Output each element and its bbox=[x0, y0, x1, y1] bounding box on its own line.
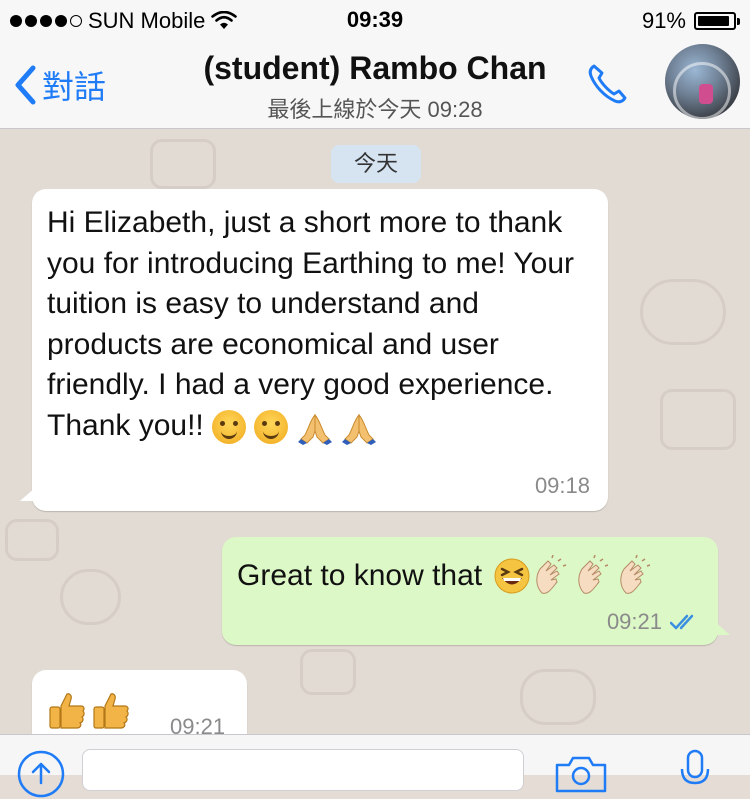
last-seen-label: 最後上線於今天 09:28 bbox=[267, 97, 483, 122]
clapping-hands-emoji bbox=[536, 555, 567, 594]
back-button[interactable]: 對話 bbox=[14, 62, 106, 108]
read-receipt-icon bbox=[670, 614, 694, 630]
wallpaper-doodle bbox=[300, 649, 356, 695]
wallpaper-doodle bbox=[520, 669, 596, 725]
status-right: 91% bbox=[641, 8, 740, 34]
message-text: Hi Elizabeth, just a short more to thank… bbox=[47, 203, 599, 446]
message-time: 09:21 bbox=[606, 609, 662, 634]
status-bar: SUN Mobile 09:39 91% bbox=[0, 0, 750, 40]
outgoing-message[interactable]: Great to know that 09:21 bbox=[222, 537, 730, 645]
message-time: 09:18 bbox=[534, 473, 590, 498]
phone-icon[interactable] bbox=[584, 60, 632, 108]
smiling-face-emoji bbox=[254, 409, 289, 444]
message-time: 09:21 bbox=[170, 714, 226, 734]
contact-name[interactable]: (student) Rambo Chan bbox=[120, 50, 630, 87]
thumbs-up-emoji bbox=[49, 693, 85, 729]
folded-hands-emoji bbox=[342, 413, 377, 445]
wallpaper-doodle bbox=[60, 569, 121, 625]
message-input[interactable] bbox=[82, 749, 524, 791]
clock: 09:39 bbox=[346, 7, 404, 32]
message-text bbox=[47, 690, 129, 730]
add-attachment-icon[interactable] bbox=[16, 749, 66, 799]
incoming-message[interactable]: Hi Elizabeth, just a short more to thank… bbox=[20, 189, 608, 511]
contact-avatar[interactable] bbox=[665, 44, 740, 119]
grinning-squinting-face-emoji bbox=[494, 558, 530, 594]
clapping-hands-emoji bbox=[620, 555, 651, 594]
chat-area[interactable]: 今天 Hi Elizabeth, just a short more to th… bbox=[0, 129, 750, 734]
folded-hands-emoji bbox=[297, 413, 332, 445]
smiling-face-emoji bbox=[212, 409, 247, 444]
input-bar bbox=[0, 734, 750, 798]
battery-percent: 91% bbox=[641, 8, 686, 33]
message-meta: 09:21 bbox=[607, 609, 700, 635]
camera-icon[interactable] bbox=[553, 753, 609, 793]
chevron-left-icon bbox=[15, 65, 36, 105]
chat-header: 對話 (student) Rambo Chan 最後上線於今天 09:28 bbox=[0, 40, 750, 129]
message-text: Great to know that bbox=[237, 555, 656, 597]
microphone-icon[interactable] bbox=[678, 749, 712, 789]
wallpaper-doodle bbox=[660, 389, 736, 450]
back-label: 對話 bbox=[42, 69, 107, 105]
incoming-message[interactable]: 09:21 bbox=[32, 670, 247, 734]
wallpaper-doodle bbox=[640, 279, 726, 345]
message-body: Hi Elizabeth, just a short more to thank… bbox=[47, 206, 574, 442]
message-body: Great to know that bbox=[237, 558, 483, 592]
wallpaper-doodle bbox=[150, 139, 216, 189]
thumbs-up-emoji bbox=[93, 693, 129, 729]
wallpaper-doodle bbox=[5, 519, 59, 561]
battery-icon bbox=[694, 12, 740, 30]
clapping-hands-emoji bbox=[578, 555, 609, 594]
date-separator: 今天 bbox=[331, 145, 421, 183]
